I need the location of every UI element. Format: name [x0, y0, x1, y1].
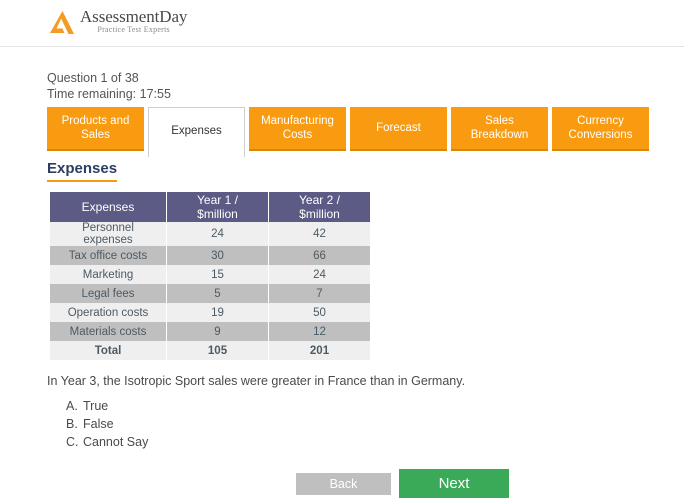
row-year2-value: 42 [269, 222, 370, 246]
row-label: Operation costs [50, 303, 166, 322]
tab-currency-conversions[interactable]: Currency Conversions [552, 107, 649, 151]
row-label: Personnel expenses [50, 222, 166, 246]
assessmentday-triangle-logo-icon [48, 10, 78, 36]
app-header: AssessmentDay Practice Test Experts [0, 0, 684, 47]
tab-sales-breakdown[interactable]: Sales Breakdown [451, 107, 548, 151]
row-year2-value: 50 [269, 303, 370, 322]
row-label: Materials costs [50, 322, 166, 341]
answer-option-c[interactable]: C. Cannot Say [66, 435, 148, 453]
column-header-year2: Year 2 / $million [269, 192, 370, 222]
table-row: Operation costs 19 50 [50, 303, 370, 322]
time-remaining: Time remaining: 17:55 [47, 87, 171, 101]
row-year2-value: 12 [269, 322, 370, 341]
table-row: Marketing 15 24 [50, 265, 370, 284]
row-year2-value: 24 [269, 265, 370, 284]
row-year1-value: 5 [167, 284, 268, 303]
table-row: Materials costs 9 12 [50, 322, 370, 341]
table-row: Tax office costs 30 66 [50, 246, 370, 265]
row-year2-value: 201 [269, 341, 370, 360]
answer-label: True [83, 399, 109, 413]
answer-label: False [83, 417, 114, 431]
answer-option-a[interactable]: A. True [66, 399, 148, 417]
row-year1-value: 9 [167, 322, 268, 341]
tab-expenses[interactable]: Expenses [148, 107, 245, 157]
answer-letter: B. [66, 417, 78, 431]
column-header-year1: Year 1 / $million [167, 192, 268, 222]
table-row: Legal fees 5 7 [50, 284, 370, 303]
brand-name: AssessmentDay [80, 7, 188, 26]
row-label: Tax office costs [50, 246, 166, 265]
answer-options: A. True B. False C. Cannot Say [66, 399, 148, 453]
table-row: Personnel expenses 24 42 [50, 222, 370, 246]
brand-logo[interactable]: AssessmentDay Practice Test Experts [48, 8, 187, 36]
row-label: Legal fees [50, 284, 166, 303]
question-stem: In Year 3, the Isotropic Sport sales wer… [47, 374, 466, 388]
tab-forecast[interactable]: Forecast [350, 107, 447, 151]
row-year1-value: 24 [167, 222, 268, 246]
section-title: Expenses [47, 160, 118, 182]
row-year2-value: 66 [269, 246, 370, 265]
next-button[interactable]: Next [399, 469, 509, 498]
row-year2-value: 7 [269, 284, 370, 303]
row-label: Total [50, 341, 166, 360]
row-year1-value: 30 [167, 246, 268, 265]
row-year1-value: 105 [167, 341, 268, 360]
table-row-total: Total 105 201 [50, 341, 370, 360]
column-header-expenses: Expenses [50, 192, 166, 222]
answer-letter: C. [66, 435, 79, 449]
row-year1-value: 19 [167, 303, 268, 322]
navigation-buttons: Back Next [296, 469, 509, 498]
brand-tagline: Practice Test Experts [97, 25, 170, 34]
table-header-row: Expenses Year 1 / $million Year 2 / $mil… [50, 192, 370, 222]
table-body: Personnel expenses 24 42 Tax office cost… [50, 222, 370, 360]
back-button[interactable]: Back [296, 473, 391, 495]
dataset-tabs: Products and Sales Expenses Manufacturin… [47, 107, 649, 157]
question-counter: Question 1 of 38 [47, 71, 139, 85]
table-header: Expenses Year 1 / $million Year 2 / $mil… [50, 192, 370, 222]
tab-products-and-sales[interactable]: Products and Sales [47, 107, 144, 151]
answer-letter: A. [66, 399, 78, 413]
brand-logo-text: AssessmentDay Practice Test Experts [80, 8, 187, 34]
question-meta: Question 1 of 38 Time remaining: 17:55 [47, 70, 171, 102]
answer-option-b[interactable]: B. False [66, 417, 148, 435]
row-label: Marketing [50, 265, 166, 284]
answer-label: Cannot Say [83, 435, 149, 449]
expenses-table: Expenses Year 1 / $million Year 2 / $mil… [49, 192, 371, 360]
tab-manufacturing-costs[interactable]: Manufacturing Costs [249, 107, 346, 151]
row-year1-value: 15 [167, 265, 268, 284]
